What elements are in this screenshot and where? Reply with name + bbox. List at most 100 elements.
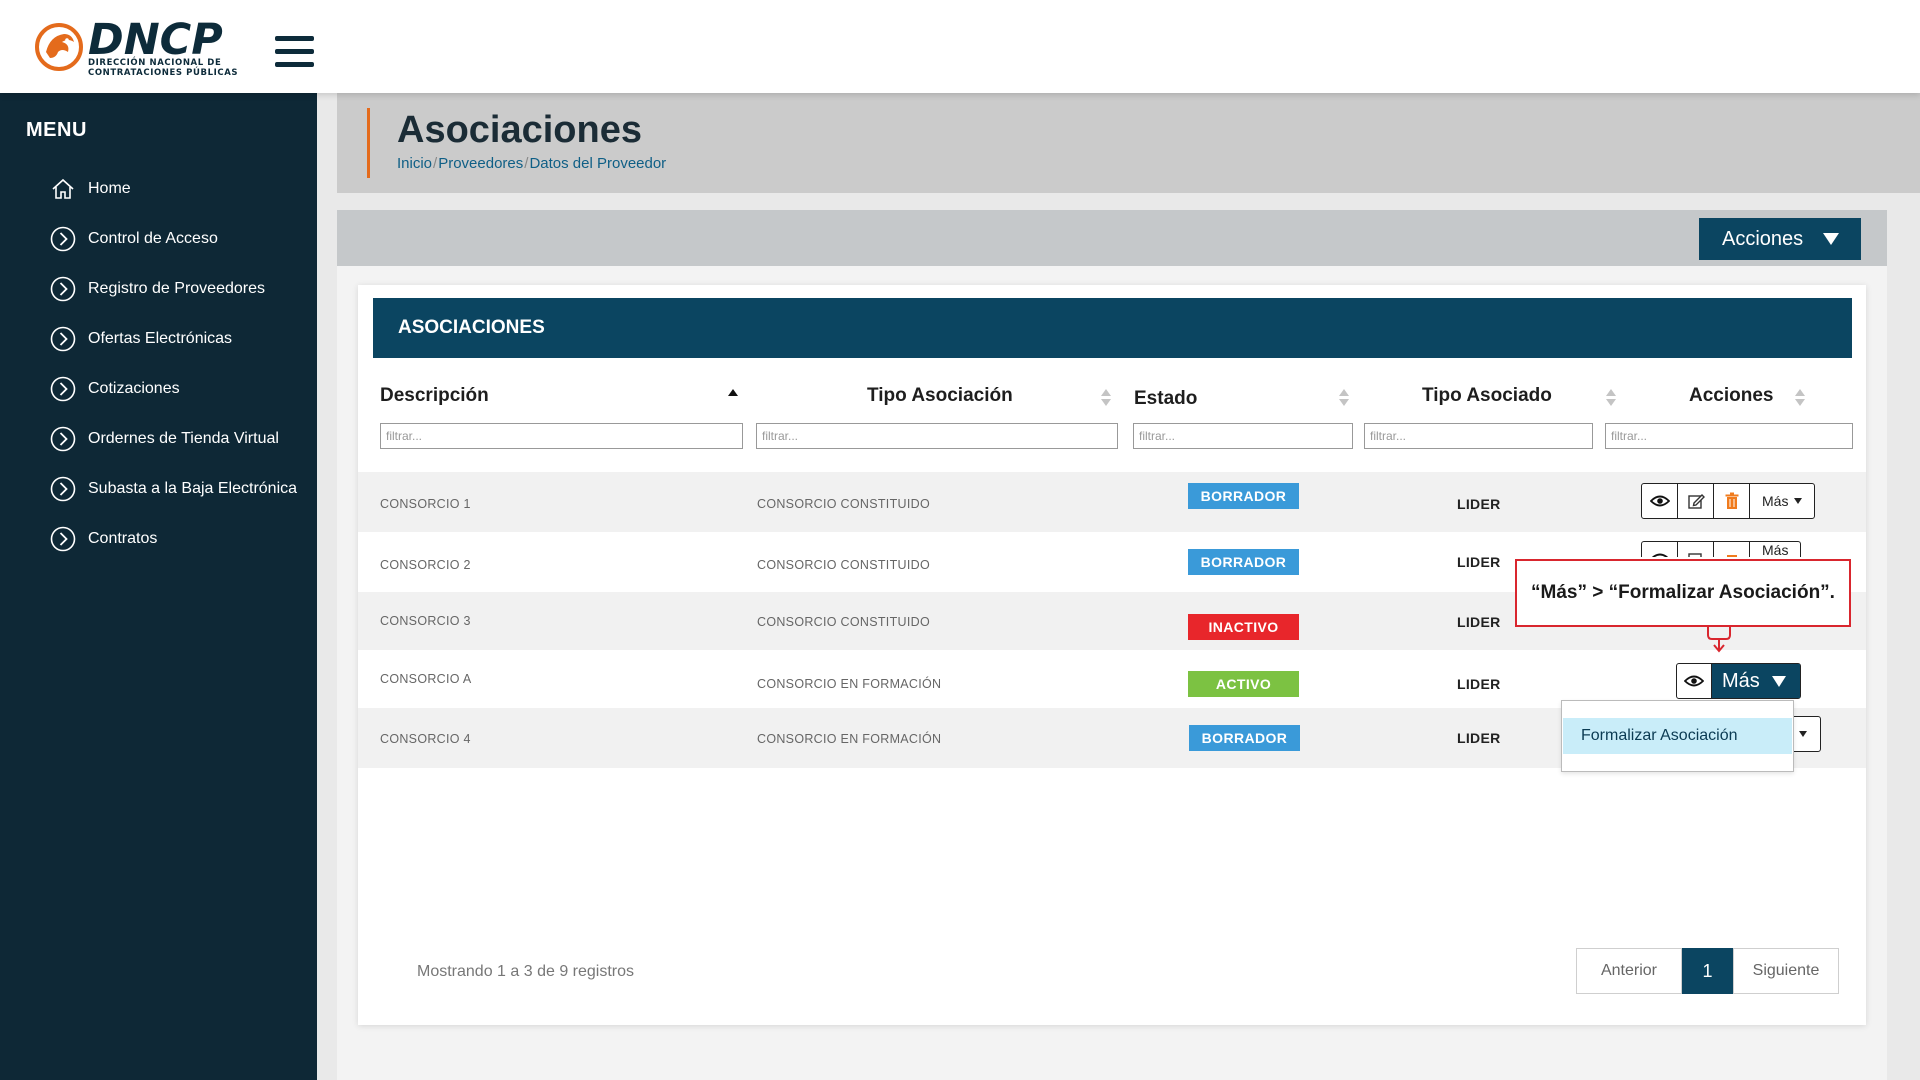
cell-tipo-asociado: LIDER bbox=[1457, 676, 1501, 692]
cell-tipo-asociacion: CONSORCIO EN FORMACIÓN bbox=[757, 677, 942, 691]
status-badge: ACTIVO bbox=[1188, 671, 1299, 697]
sidebar-item-label: Subasta a la Baja Electrónica bbox=[88, 480, 298, 497]
pagination-next-button[interactable]: Siguiente bbox=[1733, 948, 1839, 994]
filter-acciones-input[interactable] bbox=[1605, 423, 1853, 449]
mas-dropdown-menu: Formalizar Asociación bbox=[1561, 700, 1794, 772]
sidebar-item-cotizaciones[interactable]: Cotizaciones bbox=[50, 374, 180, 404]
mas-dropdown-button-active[interactable]: Más bbox=[1712, 664, 1800, 698]
cell-descripcion: CONSORCIO A bbox=[380, 672, 472, 686]
mas-dropdown-button[interactable]: Más bbox=[1750, 484, 1814, 518]
breadcrumb-inicio[interactable]: Inicio bbox=[397, 155, 432, 172]
sidebar-item-label: Ordernes de Tienda Virtual bbox=[88, 430, 279, 447]
caret-down-icon bbox=[1799, 731, 1807, 737]
table-row[interactable]: CONSORCIO 1 CONSORCIO CONSTITUIDO BORRAD… bbox=[358, 472, 1866, 532]
chevron-circle-icon bbox=[50, 526, 76, 552]
sort-icon[interactable] bbox=[1101, 389, 1111, 409]
view-eye-icon[interactable] bbox=[1677, 664, 1712, 698]
pagination: Anterior 1 Siguiente bbox=[1576, 948, 1839, 994]
sidebar-item-control-acceso[interactable]: Control de Acceso bbox=[50, 224, 218, 254]
cell-tipo-asociado: LIDER bbox=[1457, 554, 1501, 570]
card-header: ASOCIACIONES bbox=[373, 298, 1852, 358]
logo-subtitle-line2: CONTRATACIONES PÚBLICAS bbox=[88, 68, 239, 78]
logo-text: DNCP bbox=[88, 15, 223, 65]
edit-icon[interactable] bbox=[1678, 542, 1714, 557]
delete-trash-icon[interactable] bbox=[1714, 484, 1750, 518]
caret-down-icon bbox=[1794, 498, 1803, 504]
chevron-circle-icon bbox=[50, 276, 76, 302]
breadcrumb-datos-proveedor[interactable]: Datos del Proveedor bbox=[529, 155, 666, 172]
sort-icon[interactable] bbox=[1606, 389, 1616, 409]
menu-item-formalizar-asociacion[interactable]: Formalizar Asociación bbox=[1563, 718, 1792, 754]
sidebar-item-registro-proveedores[interactable]: Registro de Proveedores bbox=[50, 274, 265, 304]
sort-icon[interactable] bbox=[728, 389, 738, 409]
sidebar-item-tienda-virtual[interactable]: Ordernes de Tienda Virtual bbox=[50, 424, 279, 454]
hamburger-menu-icon[interactable] bbox=[275, 34, 315, 70]
sidebar-item-label: Contratos bbox=[88, 530, 158, 547]
edit-icon[interactable] bbox=[1678, 484, 1714, 518]
caret-down-icon bbox=[1823, 233, 1839, 245]
title-accent-bar bbox=[367, 108, 370, 178]
acciones-label: Acciones bbox=[1722, 227, 1804, 250]
sidebar: MENU Home Control de Acceso Registro de … bbox=[0, 93, 317, 1080]
cell-tipo-asociacion: CONSORCIO CONSTITUIDO bbox=[757, 558, 930, 572]
dncp-logo[interactable]: DNCP DIRECCIÓN NACIONAL DE CONTRATACIONE… bbox=[34, 16, 238, 80]
home-icon bbox=[50, 176, 76, 202]
column-header-tipo-asociado[interactable]: Tipo Asociado bbox=[1422, 385, 1552, 407]
mas-label: Más bbox=[1722, 669, 1760, 692]
pagination-page-1[interactable]: 1 bbox=[1682, 948, 1733, 994]
pagination-prev-button[interactable]: Anterior bbox=[1576, 948, 1682, 994]
sort-icon[interactable] bbox=[1795, 389, 1805, 409]
breadcrumb-separator: / bbox=[524, 155, 529, 172]
breadcrumb: Inicio/Proveedores/Datos del Proveedor bbox=[397, 155, 666, 172]
cell-descripcion: CONSORCIO 1 bbox=[380, 497, 471, 511]
sidebar-item-label: Home bbox=[88, 180, 131, 197]
chevron-circle-icon bbox=[50, 226, 76, 252]
cell-descripcion: CONSORCIO 3 bbox=[380, 614, 471, 628]
cell-tipo-asociacion: CONSORCIO CONSTITUIDO bbox=[757, 497, 930, 511]
top-header: DNCP DIRECCIÓN NACIONAL DE CONTRATACIONE… bbox=[0, 0, 1920, 93]
cell-tipo-asociado: LIDER bbox=[1457, 730, 1501, 746]
breadcrumb-separator: / bbox=[433, 155, 438, 172]
mas-label: Más bbox=[1762, 541, 1789, 557]
breadcrumb-proveedores[interactable]: Proveedores bbox=[438, 155, 523, 172]
asociaciones-card: ASOCIACIONES Descripción Tipo Asociación… bbox=[358, 285, 1866, 1025]
logo-subtitle-line1: DIRECCIÓN NACIONAL DE bbox=[88, 58, 222, 68]
sidebar-item-contratos[interactable]: Contratos bbox=[50, 524, 157, 554]
mas-label: Más bbox=[1762, 493, 1789, 509]
callout-arrow-icon bbox=[1707, 627, 1731, 653]
view-eye-icon[interactable] bbox=[1642, 484, 1678, 518]
filter-tipo-asociado-input[interactable] bbox=[1364, 423, 1593, 449]
row-actions-open: Más bbox=[1676, 663, 1801, 699]
page-title: Asociaciones bbox=[397, 109, 642, 151]
status-badge: BORRADOR bbox=[1188, 549, 1299, 575]
records-summary: Mostrando 1 a 3 de 9 registros bbox=[417, 963, 635, 980]
sidebar-item-ofertas-electronicas[interactable]: Ofertas Electrónicas bbox=[50, 324, 232, 354]
row-actions: Más bbox=[1641, 541, 1802, 557]
sidebar-item-home[interactable]: Home bbox=[50, 174, 131, 204]
row-actions: Más bbox=[1641, 483, 1816, 519]
delete-trash-icon[interactable] bbox=[1714, 542, 1750, 557]
cell-tipo-asociado: LIDER bbox=[1457, 614, 1501, 630]
cell-tipo-asociacion: CONSORCIO CONSTITUIDO bbox=[757, 615, 930, 629]
mas-dropdown-button[interactable]: Más bbox=[1750, 542, 1800, 557]
column-header-estado[interactable]: Estado bbox=[1134, 388, 1197, 410]
column-header-descripcion[interactable]: Descripción bbox=[380, 385, 489, 407]
column-header-acciones[interactable]: Acciones bbox=[1689, 385, 1773, 407]
menu-title: MENU bbox=[26, 119, 87, 141]
sort-icon[interactable] bbox=[1339, 389, 1349, 409]
acciones-dropdown-button[interactable]: Acciones bbox=[1699, 218, 1861, 260]
page-header: Asociaciones Inicio/Proveedores/Datos de… bbox=[337, 93, 1920, 193]
cell-descripcion: CONSORCIO 4 bbox=[380, 732, 471, 746]
filter-estado-input[interactable] bbox=[1133, 423, 1353, 449]
sidebar-item-label: Cotizaciones bbox=[88, 380, 180, 397]
chevron-circle-icon bbox=[50, 326, 76, 352]
cell-tipo-asociacion: CONSORCIO EN FORMACIÓN bbox=[757, 732, 942, 746]
chevron-circle-icon bbox=[50, 376, 76, 402]
action-strip: Acciones bbox=[337, 210, 1887, 266]
column-header-tipo-asociacion[interactable]: Tipo Asociación bbox=[867, 385, 1013, 407]
filter-tipo-asociacion-input[interactable] bbox=[756, 423, 1118, 449]
view-eye-icon[interactable] bbox=[1642, 542, 1678, 557]
sidebar-item-subasta[interactable]: Subasta a la Baja Electrónica bbox=[50, 474, 297, 504]
filter-descripcion-input[interactable] bbox=[380, 423, 743, 449]
sidebar-item-label: Control de Acceso bbox=[88, 230, 218, 247]
